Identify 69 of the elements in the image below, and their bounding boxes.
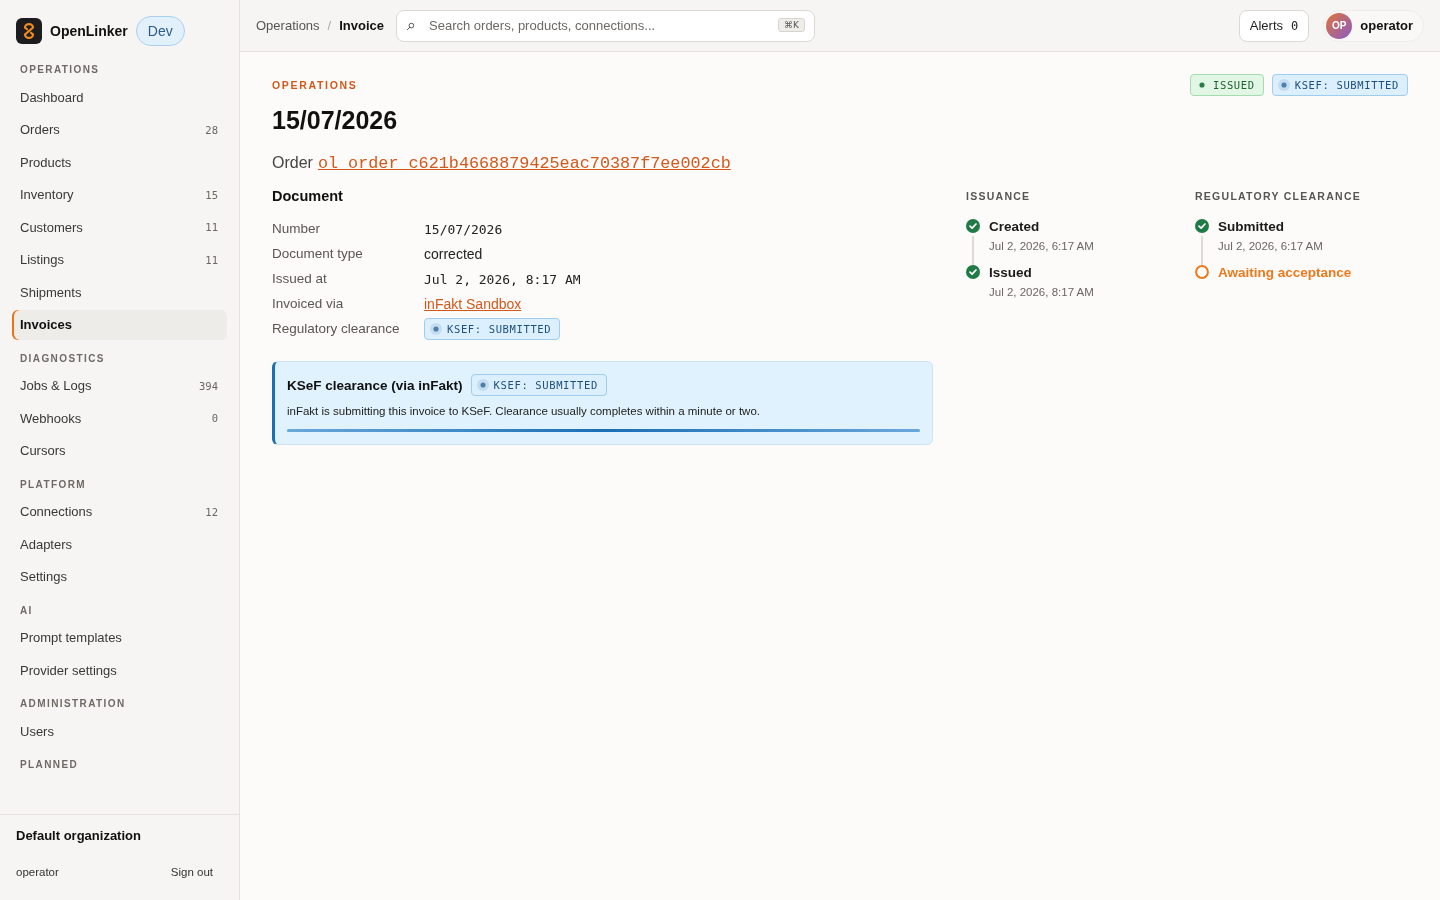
logo-icon bbox=[16, 18, 42, 44]
section-heading: DIAGNOSTICS bbox=[19, 351, 106, 366]
sidebar-item[interactable]: Settings bbox=[12, 561, 227, 592]
breadcrumb-link[interactable]: Operations bbox=[256, 18, 320, 33]
sign-out-link[interactable]: Sign out bbox=[170, 866, 213, 878]
status-text: ISSUED bbox=[1213, 79, 1255, 91]
order-label: Order bbox=[272, 154, 313, 172]
environment-badge: Dev bbox=[135, 16, 185, 46]
sidebar-item[interactable]: Jobs & Logs 394 bbox=[12, 370, 227, 401]
organization-name: Default organization bbox=[16, 827, 142, 845]
page-eyebrow: OPERATIONS bbox=[272, 79, 358, 91]
timeline-heading: ISSUANCE bbox=[966, 189, 1032, 204]
section-heading: OPERATIONS bbox=[19, 63, 101, 77]
step-label: Submitted bbox=[1218, 218, 1285, 235]
step-time: Jul 2, 2026, 8:17 AM bbox=[989, 285, 1094, 300]
sidebar-item[interactable]: Orders 28 bbox=[12, 114, 227, 145]
sidebar-item[interactable]: Users bbox=[12, 716, 227, 746]
user-menu[interactable]: OP operator bbox=[1323, 9, 1424, 42]
step-time: Jul 2, 2026, 6:17 AM bbox=[989, 239, 1094, 254]
section-title: Document bbox=[272, 187, 344, 206]
section-heading: PLANNED bbox=[19, 758, 80, 772]
order-link[interactable]: ol_order_c621b4668879425eac70387f7ee002cb bbox=[317, 154, 731, 173]
field-label: Invoiced via bbox=[272, 295, 345, 313]
sidebar-item[interactable]: Invoices bbox=[12, 309, 227, 340]
user-name: operator bbox=[1360, 18, 1413, 33]
breadcrumb-link[interactable]: Invoice bbox=[339, 18, 384, 33]
step-time: Jul 2, 2026, 6:17 AM bbox=[1218, 239, 1323, 254]
step-label: Created bbox=[989, 218, 1041, 235]
field-label: Number bbox=[272, 220, 321, 238]
breadcrumb-separator: / bbox=[327, 18, 332, 33]
callout-text: inFakt is submitting this invoice to KSeF. Clearance usually completes within a minute or two. bbox=[287, 404, 761, 419]
timeline-heading: REGULATORY CLEARANCE bbox=[1195, 189, 1362, 204]
sidebar-item[interactable]: Customers 11 bbox=[12, 212, 227, 242]
status-text: KSEF: SUBMITTED bbox=[493, 379, 598, 391]
field-label: Issued at bbox=[272, 270, 328, 288]
user-name: operator bbox=[16, 866, 59, 878]
field-value: 15/07/2026 bbox=[424, 221, 503, 237]
sidebar-item[interactable]: Adapters bbox=[12, 529, 227, 559]
sidebar-item[interactable]: Cursors bbox=[12, 435, 227, 466]
sidebar-item[interactable]: Provider settings bbox=[12, 655, 227, 685]
step-label: Awaiting acceptance bbox=[1218, 264, 1352, 281]
field-label: Document type bbox=[272, 245, 364, 263]
page-title: 15/07/2026 bbox=[272, 105, 399, 136]
sidebar-item[interactable]: Products bbox=[12, 147, 227, 177]
field-value: Jul 2, 2026, 8:17 AM bbox=[424, 271, 581, 287]
status-text: KSEF: SUBMITTED bbox=[447, 323, 552, 335]
search-icon bbox=[406, 21, 415, 31]
status-dot-icon bbox=[476, 379, 489, 391]
sidebar-item[interactable]: Dashboard bbox=[12, 82, 227, 112]
user-avatar: OP bbox=[1326, 12, 1353, 39]
provider-link[interactable]: inFakt Sandbox bbox=[424, 296, 522, 312]
status-dot-icon bbox=[430, 323, 442, 335]
sidebar-item[interactable]: Prompt templates bbox=[12, 622, 227, 653]
section-heading: AI bbox=[19, 603, 34, 618]
section-heading: ADMINISTRATION bbox=[19, 697, 127, 711]
sidebar-item[interactable]: Shipments bbox=[12, 277, 227, 307]
status-dot-icon bbox=[1277, 79, 1290, 91]
field-value: corrected bbox=[424, 246, 483, 262]
field-label: Regulatory clearance bbox=[272, 320, 401, 338]
brand-name: OpenLinker bbox=[50, 23, 128, 39]
sidebar-item[interactable]: Inventory 15 bbox=[12, 179, 227, 210]
sidebar-item[interactable]: Webhooks 0 bbox=[12, 403, 227, 433]
section-heading: PLATFORM bbox=[19, 477, 87, 492]
sidebar-item[interactable]: Connections 12 bbox=[12, 496, 227, 527]
sidebar-item[interactable]: Listings 11 bbox=[12, 244, 227, 275]
alerts-button[interactable]: Alerts 0 bbox=[1238, 9, 1310, 42]
callout-title: KSeF clearance (via inFakt) bbox=[287, 377, 463, 393]
step-label: Issued bbox=[989, 264, 1033, 281]
status-text: KSEF: SUBMITTED bbox=[1294, 79, 1399, 91]
